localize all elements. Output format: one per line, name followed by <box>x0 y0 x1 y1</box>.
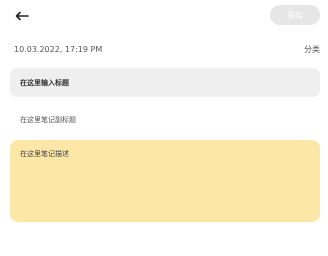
description-textarea[interactable] <box>10 140 320 222</box>
back-button[interactable] <box>10 6 34 26</box>
title-input[interactable] <box>10 68 320 97</box>
arrow-left-icon <box>15 11 29 21</box>
note-datetime: 10.03.2022, 17:19 PM <box>14 44 103 54</box>
subtitle-input[interactable] <box>10 107 320 133</box>
note-meta-row: 10.03.2022, 17:19 PM 分类 <box>14 41 320 57</box>
category-button[interactable]: 分类 <box>304 44 320 55</box>
note-editor-screen: 保存 10.03.2022, 17:19 PM 分类 <box>0 0 328 256</box>
top-bar: 保存 <box>0 0 328 32</box>
save-button[interactable]: 保存 <box>270 5 320 25</box>
